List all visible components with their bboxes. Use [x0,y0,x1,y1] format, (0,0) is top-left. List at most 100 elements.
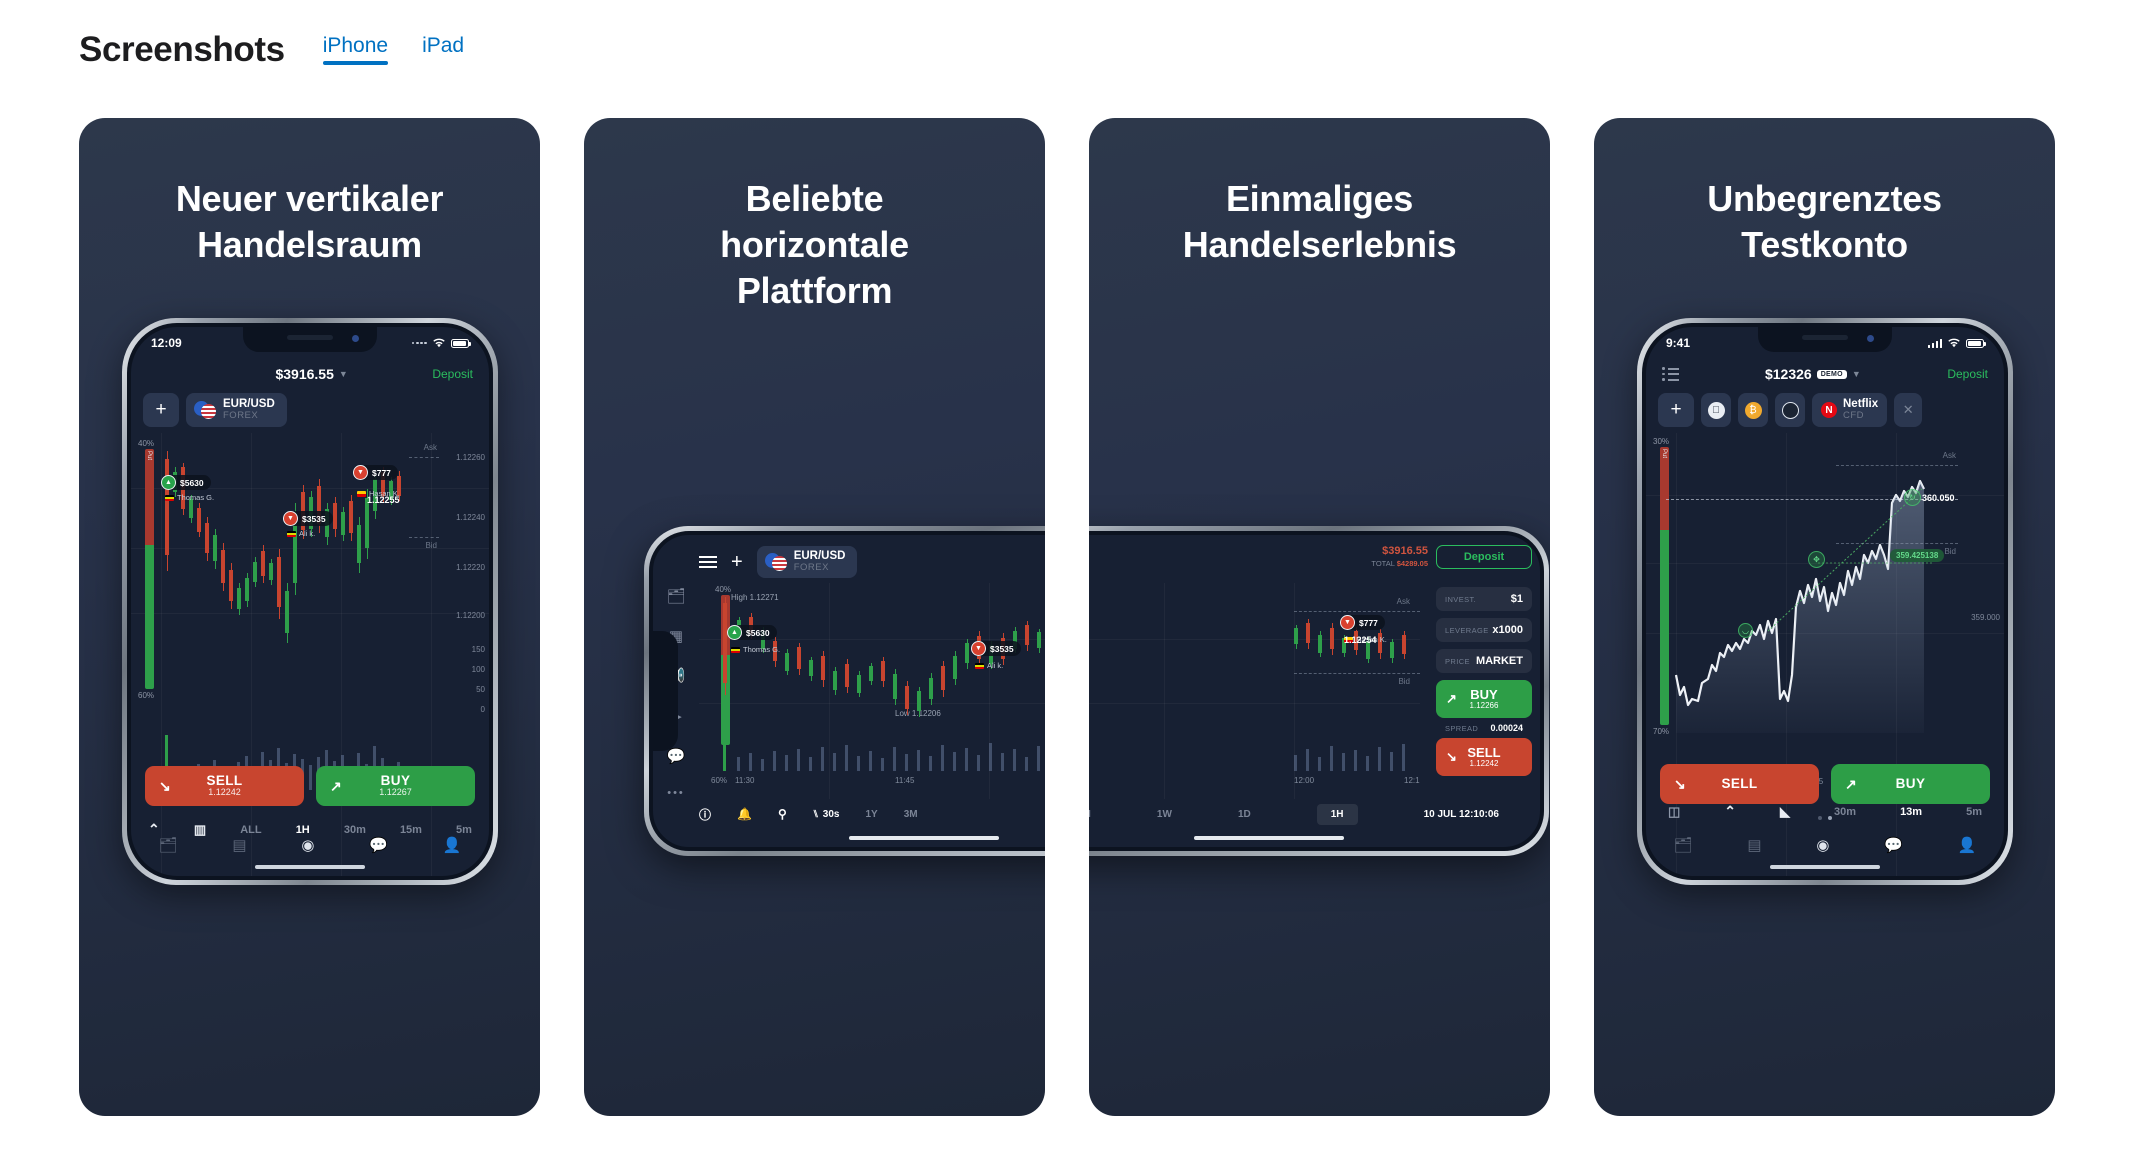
trader-badge-1[interactable]: ▲ $5630 [161,475,211,490]
trader-badge-2[interactable]: ▼ $3535 [971,641,1021,656]
chart-area-3[interactable]: Ask Bid 1.12254 1.12250 1.12200 100 50 0… [1089,583,1420,799]
tf-13m[interactable]: 13m [1900,806,1922,818]
screenshot-card-3[interactable]: Einmaliges Handelserlebnis Ask Bid 1.122… [1089,118,1550,1116]
battery-icon [1966,338,1986,348]
chart-area-1[interactable]: 40% Put 60% Ask Bid 1.12260 1.12240 1.12… [131,433,489,876]
trade-panel-3: INVEST. $1 LEVERAGE x1000 PRICE MARKET ↗ [1436,587,1532,776]
leverage-field[interactable]: LEVERAGE x1000 [1436,618,1532,642]
range-1m[interactable]: 1M [1089,809,1091,820]
portfolio-icon[interactable]: 🗂 [158,836,177,854]
profile-icon[interactable]: 👤 [443,836,462,854]
screenshot-card-4[interactable]: Unbegrenztes Testkonto 9:41 $12326 DEMO … [1594,118,2055,1116]
chevron-down-icon[interactable]: ▼ [1852,369,1861,379]
chart-area-4[interactable]: 30% Put 70% Ask Bid ↻ 360.050 ✥ 359.4251… [1646,433,2004,876]
sell-button[interactable]: ↘ SELL [1660,764,1819,804]
phone-mockup-3: Ask Bid 1.12254 1.12250 1.12200 100 50 0… [1089,526,1549,856]
cursor-icon[interactable]: ⌃ [1724,803,1736,820]
chat-icon[interactable]: 💬 [1884,836,1903,854]
interval-label[interactable]: 30s [823,809,840,820]
portfolio-icon[interactable]: 🗂 [1673,836,1692,854]
more-icon[interactable]: ••• [667,787,685,799]
bid-line [409,537,439,538]
marker-move-icon[interactable]: ✥ [1808,551,1825,568]
profile-icon[interactable]: 👤 [1958,836,1977,854]
price-field[interactable]: PRICE MARKET [1436,649,1532,673]
news-icon[interactable]: ▤ [232,836,246,854]
tab-ipad[interactable]: iPad [422,35,464,65]
asset-chip-eurusd[interactable]: EUR/USD FOREX [186,393,287,427]
tf-1h[interactable]: 1H [296,824,310,836]
asset-chip-netflix[interactable]: N Netflix CFD [1812,393,1888,427]
invest-field[interactable]: INVEST. $1 [1436,587,1532,611]
ask-label: Ask [1942,451,1956,460]
range-1y[interactable]: 1Y [865,809,877,820]
add-asset-button[interactable]: + [1658,393,1694,427]
chat-icon[interactable]: 💬 [369,836,388,854]
tab-iphone[interactable]: iPhone [322,35,389,65]
deposit-button[interactable]: Deposit [1947,367,1988,381]
status-bar-4: 9:41 [1646,329,2004,357]
chart-icon[interactable]: ◉ [1816,836,1829,854]
arrow-up-icon: ▲ [161,475,176,490]
price-top: 360.050 [1922,493,1955,503]
trader-badge-3[interactable]: ▼ $777 [353,465,398,480]
buy-button[interactable]: ↗ BUY 1.12267 [316,766,475,806]
chart-icon[interactable]: ◣ [1780,804,1790,820]
news-icon[interactable]: ▤ [1747,836,1761,854]
marker-start-icon[interactable]: ◡ [1738,623,1753,638]
screenshot-card-1[interactable]: portrait Neuer vertikaler Handelsraum 12… [79,118,540,1116]
vol-label-1: 100 [471,665,485,674]
demo-badge: DEMO [1816,369,1847,379]
chart-icon[interactable]: ◉ [301,836,314,854]
balance-amount[interactable]: $3916.55 [275,366,333,382]
tf-5m[interactable]: 5m [456,824,472,836]
list-icon[interactable] [1662,367,1679,381]
hamburger-icon[interactable] [699,556,717,568]
chart-area-2[interactable]: 40% High 1.12271 Low 1.12206 ▲ $5630 Tho… [699,583,1045,799]
asset-tab-bmw[interactable] [1775,393,1805,427]
trader-badge-1[interactable]: ▲ $5630 [727,625,777,640]
card-3-title-line1: Einmaliges [1225,178,1414,219]
portfolio-icon[interactable]: 🗂 [666,587,685,605]
asset-chip-eurusd[interactable]: EUR/USD FOREX [756,546,858,578]
tf-30m[interactable]: 30m [344,824,366,836]
sell-button[interactable]: ↘ SELL 1.12242 [1436,738,1532,776]
add-asset-button[interactable]: + [143,393,179,427]
deposit-button[interactable]: Deposit [1436,545,1532,569]
balance-amount[interactable]: $12326 [1765,366,1812,382]
sell-button[interactable]: ↘ SELL 1.12242 [145,766,304,806]
trade-buttons-1: ↘ SELL 1.12242 ↗ BUY 1.12267 [145,766,475,806]
asset-tab-bitcoin[interactable]: ₿ [1738,393,1768,427]
page-dots [1818,816,1832,820]
compass-icon[interactable]: ⚲ [778,807,787,821]
buy-button[interactable]: ↗ BUY [1831,764,1990,804]
close-icon[interactable]: ✕ [1894,393,1923,427]
tf-30m[interactable]: 30m [1834,806,1856,818]
range-3m[interactable]: 3M [904,809,918,820]
signal-bars-icon [1927,338,1942,348]
buy-button[interactable]: ↗ BUY 1.12266 [1436,680,1532,718]
chat-icon[interactable]: 💬 [667,747,686,765]
chevron-down-icon[interactable]: ▼ [339,369,348,379]
asset-tab-apple[interactable]:  [1701,393,1731,427]
range-1h[interactable]: 1H [1316,803,1358,825]
trader-badge-2[interactable]: ▼ $3535 [283,511,333,526]
ask-label: Ask [423,443,437,452]
tf-5m[interactable]: 5m [1966,806,1982,818]
tf-all[interactable]: ALL [240,824,261,836]
deposit-button[interactable]: Deposit [432,367,473,381]
range-1d[interactable]: 1D [1238,809,1251,820]
apple-icon:  [1707,401,1725,419]
range-1w[interactable]: 1W [1157,809,1172,820]
screenshot-card-2[interactable]: Beliebte horizontale Plattform 🗂 ▦ 📢 ▶ 💬… [584,118,1045,1116]
vol-label-0: 150 [471,645,485,654]
layers-icon[interactable]: ◫ [1668,804,1680,820]
marker-refresh-icon[interactable]: ↻ [1904,489,1921,506]
trader-badge-1[interactable]: ▼ $777 [1340,615,1385,630]
candles-icon: ⑊ [812,808,819,820]
info-icon[interactable]: ⓘ [699,806,711,823]
bell-icon[interactable]: 🔔 [737,807,752,821]
add-asset-button[interactable]: + [731,551,743,574]
tf-15m[interactable]: 15m [400,824,422,836]
balance-amount[interactable]: $3916.55 [1371,545,1428,559]
